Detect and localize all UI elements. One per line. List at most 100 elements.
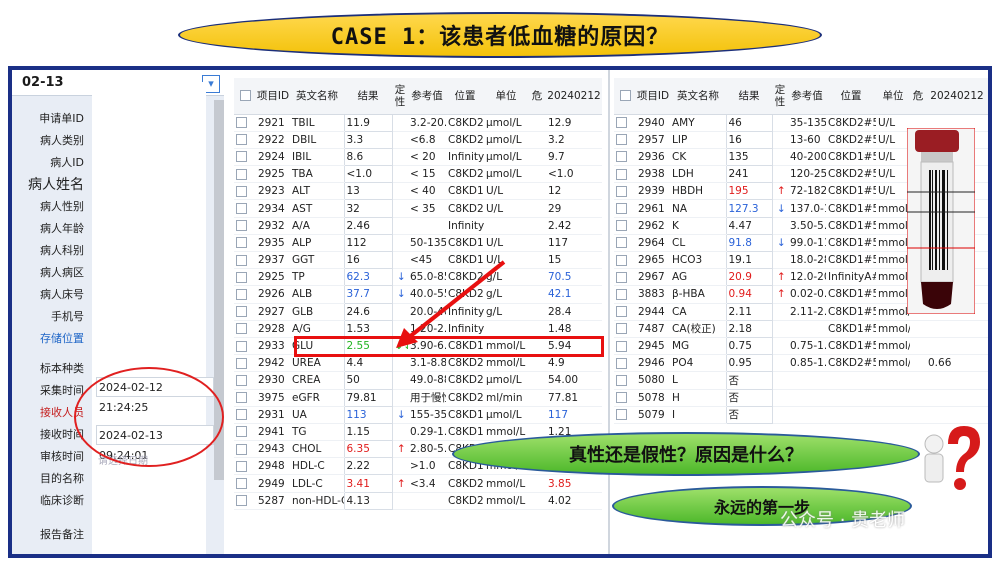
item-result[interactable]: 135 — [725, 147, 773, 167]
row-checkbox-box[interactable] — [616, 151, 627, 163]
row-checkbox[interactable] — [234, 354, 256, 373]
table-row[interactable]: 2935ALP112 50-135C8KD1#57U/L 117 — [234, 233, 602, 253]
row-checkbox-box[interactable] — [236, 460, 247, 472]
item-result[interactable]: 112 — [343, 233, 393, 253]
row-checkbox-box[interactable] — [236, 271, 247, 283]
row-checkbox-box[interactable] — [236, 168, 247, 180]
item-result[interactable]: 1.15 — [343, 422, 393, 442]
row-checkbox-box[interactable] — [616, 185, 627, 197]
header-pos[interactable]: 位置 — [826, 78, 876, 115]
item-result[interactable]: 32 — [343, 199, 393, 218]
table-row[interactable]: 3975eGFR79.81 用于慢性C8KD2#57ml/min 77.81 — [234, 388, 602, 407]
row-checkbox-box[interactable] — [616, 288, 627, 300]
row-checkbox-box[interactable] — [616, 168, 627, 180]
row-checkbox[interactable] — [234, 268, 256, 287]
row-checkbox[interactable] — [234, 182, 256, 201]
row-checkbox-box[interactable] — [236, 117, 247, 129]
item-result[interactable]: 50 — [343, 371, 393, 390]
row-checkbox[interactable] — [234, 148, 256, 167]
row-checkbox[interactable] — [614, 217, 636, 235]
row-checkbox[interactable] — [614, 354, 636, 373]
row-checkbox[interactable] — [234, 492, 256, 510]
row-checkbox[interactable] — [234, 303, 256, 321]
row-checkbox-box[interactable] — [236, 495, 247, 507]
row-checkbox[interactable] — [614, 148, 636, 167]
header-prev[interactable]: 20240212 — [926, 78, 988, 115]
item-result[interactable]: 3.41 — [343, 474, 393, 493]
item-result[interactable]: 2.18 — [725, 319, 773, 338]
row-checkbox-box[interactable] — [616, 117, 627, 129]
row-checkbox[interactable] — [234, 217, 256, 235]
row-checkbox[interactable] — [614, 268, 636, 287]
table-row[interactable]: 5080 L 否 — [614, 371, 988, 390]
item-result[interactable]: 91.8 — [725, 233, 773, 253]
header-id[interactable]: 项目ID — [256, 78, 290, 115]
row-checkbox[interactable] — [614, 131, 636, 149]
item-result[interactable]: 37.7 — [343, 285, 393, 304]
table-row[interactable]: 2942UREA4.4 3.1-8.8C8KD2#57mmol/L 4.9 — [234, 354, 602, 373]
item-result[interactable]: 20.9 — [725, 268, 773, 287]
row-checkbox[interactable] — [234, 474, 256, 493]
table-row[interactable]: 2924IBIL8.6 < 20InfinityA#μmol/L 9.7 — [234, 147, 602, 167]
item-result[interactable]: 1.53 — [343, 319, 393, 338]
item-result[interactable]: 11.9 — [343, 113, 393, 132]
row-checkbox-box[interactable] — [236, 254, 247, 266]
row-checkbox-box[interactable] — [236, 374, 247, 386]
item-result[interactable]: 3.3 — [343, 130, 393, 149]
row-checkbox[interactable] — [234, 371, 256, 390]
item-result[interactable]: 8.6 — [343, 147, 393, 167]
row-checkbox-box[interactable] — [236, 134, 247, 146]
row-checkbox-box[interactable] — [616, 237, 627, 249]
header-critical[interactable]: 危 — [528, 78, 546, 115]
row-checkbox[interactable] — [614, 371, 636, 390]
item-result[interactable]: 2.22 — [343, 457, 393, 476]
table-row[interactable]: 2930CREA50 49.0-88.0C8KD2#57μmol/L 54.00 — [234, 371, 602, 390]
row-checkbox[interactable] — [614, 320, 636, 338]
row-checkbox[interactable] — [234, 440, 256, 459]
row-checkbox-box[interactable] — [616, 323, 627, 335]
item-result[interactable]: 0.75 — [725, 336, 773, 356]
row-checkbox-box[interactable] — [616, 340, 627, 352]
row-checkbox-box[interactable] — [236, 443, 247, 455]
row-checkbox-box[interactable] — [236, 392, 247, 404]
header-qual[interactable]: 定性 — [392, 78, 408, 115]
table-row[interactable]: 2921TBIL11.9 3.2-20.5C8KD2#57μmol/L 12.9 — [234, 113, 602, 132]
item-result[interactable]: 46 — [725, 113, 773, 132]
header-ref[interactable]: 参考值 — [788, 78, 826, 115]
item-result[interactable]: 0.95 — [725, 354, 773, 373]
row-checkbox[interactable] — [234, 337, 256, 356]
row-checkbox[interactable] — [614, 389, 636, 407]
row-checkbox[interactable] — [234, 251, 256, 270]
item-result[interactable]: 6.35 — [343, 440, 393, 459]
row-checkbox-box[interactable] — [616, 357, 627, 369]
row-checkbox-box[interactable] — [616, 271, 627, 283]
item-result[interactable]: <1.0 — [343, 165, 393, 184]
header-result[interactable]: 结果 — [344, 78, 392, 115]
header-name[interactable]: 英文名称 — [670, 78, 726, 115]
table-row[interactable]: 5287non-HDL-C4.13 C8KD2#57mmol/L 4.02 — [234, 491, 602, 510]
row-checkbox[interactable] — [234, 165, 256, 184]
header-prev[interactable]: 20240212 — [546, 78, 602, 115]
item-result[interactable]: 19.1 — [725, 250, 773, 270]
item-result[interactable]: 4.47 — [725, 216, 773, 235]
table-row[interactable]: 2925TBA<1.0< 15C8KD2#57μmol/L<1.0 — [234, 165, 602, 184]
row-checkbox[interactable] — [614, 285, 636, 304]
item-result[interactable]: 195 — [725, 182, 773, 201]
header-qual[interactable]: 定性 — [772, 78, 788, 115]
row-checkbox-box[interactable] — [616, 203, 627, 215]
table-row[interactable]: 2949LDL-C3.41↑<3.4C8KD2#57mmol/L 3.85 — [234, 474, 602, 493]
header-result[interactable]: 结果 — [726, 78, 772, 115]
row-checkbox-box[interactable] — [236, 151, 247, 163]
header-pos[interactable]: 位置 — [446, 78, 484, 115]
item-result[interactable]: 127.3 — [725, 199, 773, 218]
table-row[interactable]: 2923ALT13 < 40C8KD1#57U/L 12 — [234, 182, 602, 201]
row-checkbox[interactable] — [234, 285, 256, 304]
row-checkbox[interactable] — [614, 199, 636, 218]
item-result[interactable]: 0.94 — [725, 285, 773, 304]
row-checkbox[interactable] — [614, 234, 636, 253]
item-result[interactable]: 否 — [725, 388, 773, 407]
header-unit[interactable]: 单位 — [484, 78, 528, 115]
row-checkbox-box[interactable] — [616, 134, 627, 146]
row-checkbox-box[interactable] — [236, 478, 247, 490]
table-row[interactable]: 7487CA(校正)2.18 C8KD1#57mmol/L — [614, 319, 988, 338]
